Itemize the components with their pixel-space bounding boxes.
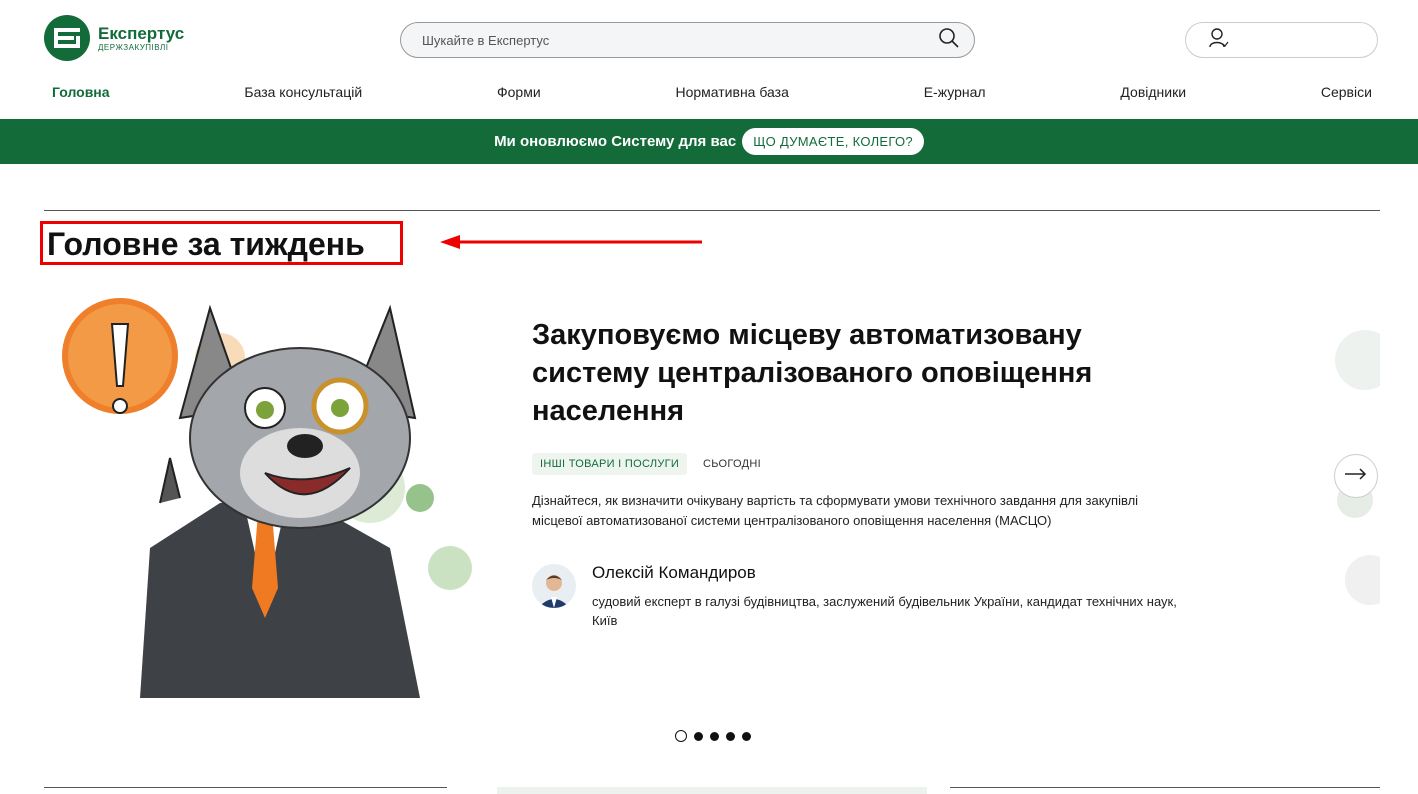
category-tag[interactable]: ІНШІ ТОВАРИ І ПОСЛУГИ xyxy=(532,453,688,475)
user-button[interactable] xyxy=(1185,22,1378,58)
search-bar[interactable] xyxy=(400,22,975,58)
main-nav: Головна База консультацій Форми Норматив… xyxy=(52,80,1372,104)
card-top xyxy=(497,787,927,794)
search-icon[interactable] xyxy=(938,27,960,54)
carousel-dot[interactable] xyxy=(742,731,751,741)
carousel-next-button[interactable] xyxy=(1334,454,1378,498)
slide-title[interactable]: Закуповуємо місцеву автоматизовану систе… xyxy=(532,316,1172,430)
brand-sub: ДЕРЖЗАКУПІВЛІ xyxy=(98,42,169,52)
banner-text: Ми оновлюємо Систему для вас xyxy=(494,133,737,150)
carousel-dot[interactable] xyxy=(675,730,687,742)
nav-item-services[interactable]: Сервіси xyxy=(1321,84,1372,100)
author-bio: судовий експерт в галузі будівництва, за… xyxy=(592,594,1177,628)
nav-item-normative[interactable]: Нормативна база xyxy=(675,84,788,100)
slide-description: Дізнайтеся, як визначити очікувану варті… xyxy=(532,493,1139,528)
avatar[interactable] xyxy=(532,564,576,608)
feedback-button[interactable]: ЩО ДУМАЄТЕ, КОЛЕГО? xyxy=(742,128,924,155)
divider xyxy=(44,787,447,788)
carousel-dots xyxy=(675,730,751,742)
author-name[interactable]: Олексій Командиров xyxy=(592,563,756,583)
update-banner: Ми оновлюємо Систему для вас ЩО ДУМАЄТЕ,… xyxy=(0,119,1418,164)
nav-item-consultations[interactable]: База консультацій xyxy=(244,84,362,100)
search-input[interactable] xyxy=(420,31,938,49)
user-icon xyxy=(1208,27,1230,54)
logo-icon xyxy=(44,15,90,61)
arrow-right-icon xyxy=(1345,467,1367,485)
carousel-dot[interactable] xyxy=(710,731,719,741)
nav-item-home[interactable]: Головна xyxy=(52,84,110,100)
divider xyxy=(44,210,1380,211)
wolf-illustration xyxy=(62,298,472,698)
carousel-dot[interactable] xyxy=(694,731,703,741)
logo[interactable]: Експертус ДЕРЖЗАКУПІВЛІ xyxy=(44,15,204,61)
nav-item-forms[interactable]: Форми xyxy=(497,84,541,100)
annotation-arrow xyxy=(440,235,702,249)
nav-item-ejournal[interactable]: Е-журнал xyxy=(924,84,986,100)
nav-item-directories[interactable]: Довідники xyxy=(1120,84,1186,100)
brand-name: Експертус xyxy=(98,23,185,43)
slide-date: СЬОГОДНІ xyxy=(703,458,761,470)
section-title: Головне за тиждень xyxy=(40,221,403,265)
divider xyxy=(950,787,1380,788)
carousel-dot[interactable] xyxy=(726,731,735,741)
